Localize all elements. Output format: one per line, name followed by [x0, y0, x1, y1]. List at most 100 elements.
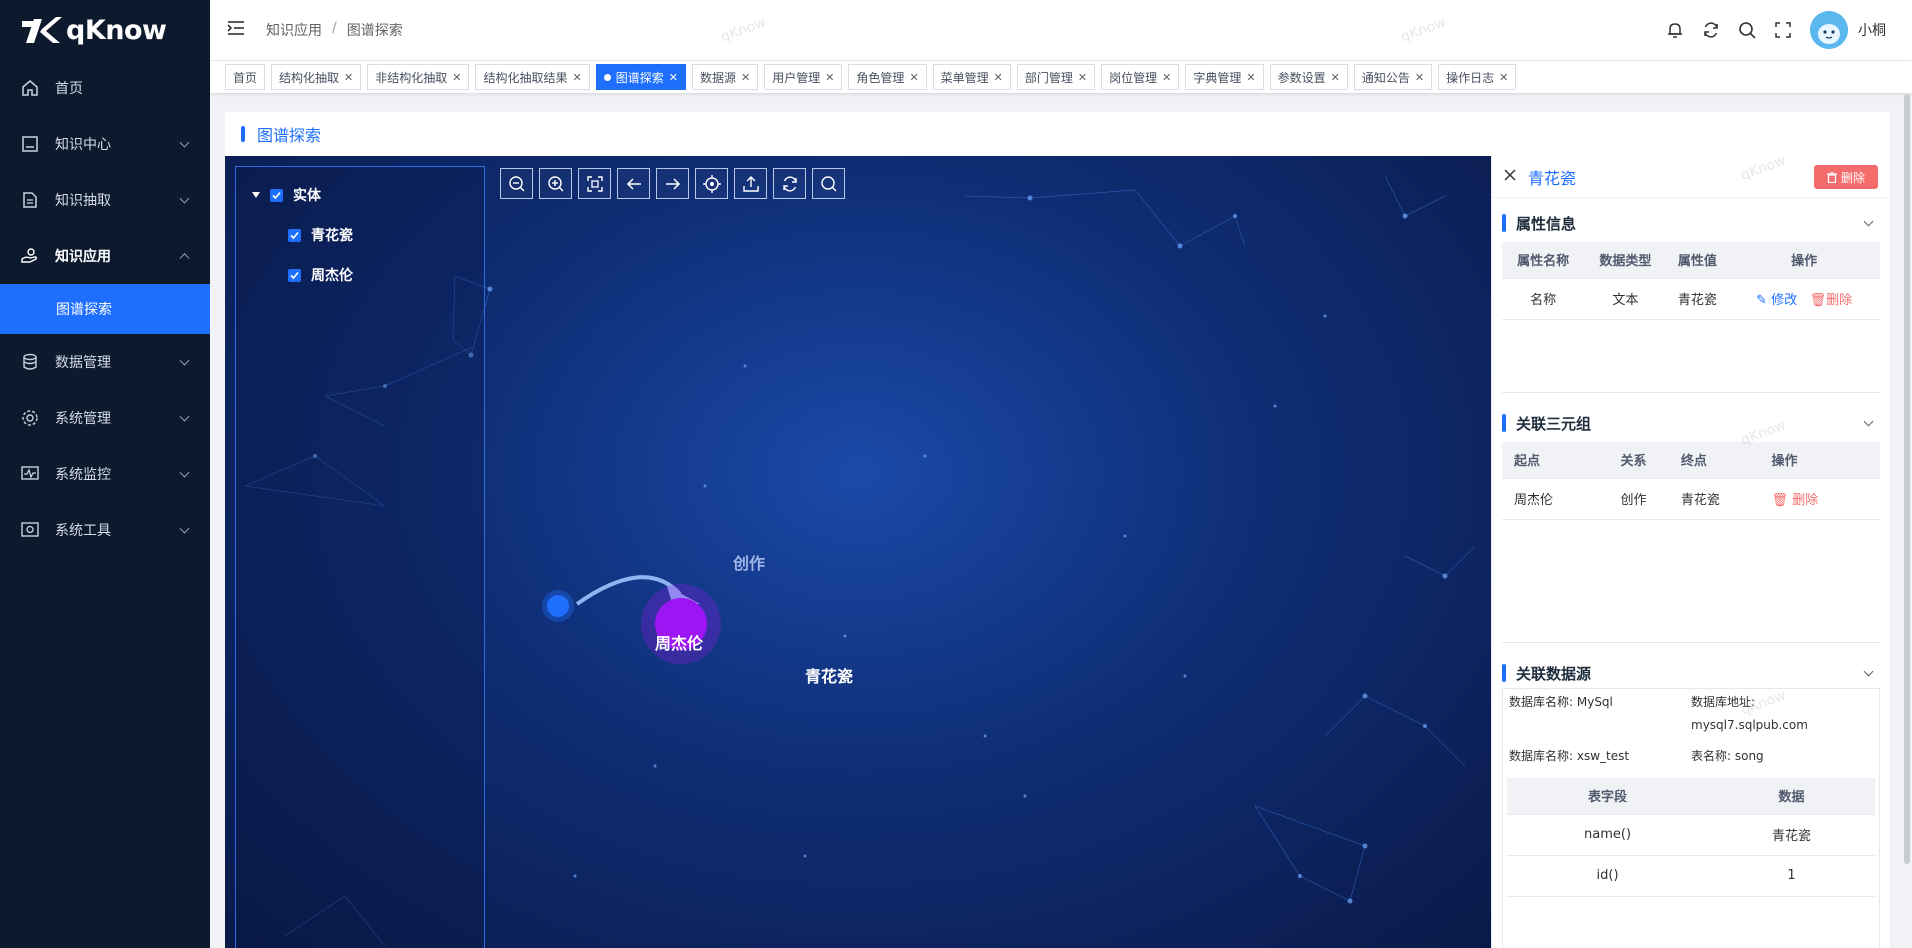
node-zhoujielun[interactable] — [547, 595, 569, 617]
tab-extract-result[interactable]: 结构化抽取结果 ✕ — [475, 64, 590, 90]
tree-node-child[interactable]: 青花瓷 — [288, 225, 353, 245]
graph-canvas[interactable]: 创作 周杰伦 青花瓷 实体 青花瓷 周杰伦 — [225, 156, 1491, 948]
table-row: 名称 文本 青花瓷 ✎ 修改 🗑删除 — [1502, 278, 1880, 320]
close-icon[interactable]: ✕ — [1078, 71, 1087, 84]
sidebar-item-knowledge-app[interactable]: 知识应用 — [0, 228, 210, 284]
checkbox[interactable] — [288, 228, 301, 242]
sidebar-item-system-monitor[interactable]: 系统监控 — [0, 446, 210, 502]
close-icon[interactable]: ✕ — [344, 71, 353, 84]
close-icon[interactable]: ✕ — [1246, 71, 1255, 84]
sidebar-item-system-tools[interactable]: 系统工具 — [0, 502, 210, 558]
chevron-down-icon — [179, 411, 190, 422]
delete-button[interactable]: 🗑删除 — [1810, 293, 1853, 308]
refresh-icon[interactable] — [1702, 21, 1720, 39]
tree-node-child[interactable]: 周杰伦 — [288, 265, 353, 285]
arrow-left-icon[interactable] — [617, 168, 650, 199]
home-icon — [20, 78, 40, 98]
edit-label: 修改 — [1771, 293, 1798, 308]
tab-home[interactable]: 首页 — [225, 64, 266, 90]
tab-role-manage[interactable]: 角色管理 ✕ — [848, 64, 927, 90]
database-icon — [20, 352, 40, 372]
tab-param-settings[interactable]: 参数设置 ✕ — [1269, 64, 1348, 90]
tab-graph-explore[interactable]: 图谱探索 ✕ — [595, 64, 686, 90]
datasource-section-header[interactable]: 关联数据源 — [1502, 658, 1880, 688]
sidebar-item-system-manage[interactable]: 系统管理 — [0, 390, 210, 446]
refresh-icon[interactable] — [773, 168, 806, 199]
chevron-down-icon[interactable] — [1863, 416, 1874, 427]
tab-oper-log[interactable]: 操作日志 ✕ — [1438, 64, 1517, 90]
tab-post-manage[interactable]: 岗位管理 ✕ — [1101, 64, 1180, 90]
close-icon[interactable] — [1504, 168, 1516, 185]
section-title: 关联数据源 — [1516, 664, 1592, 683]
tab-user-manage[interactable]: 用户管理 ✕ — [764, 64, 843, 90]
sidebar-item-data-manage[interactable]: 数据管理 — [0, 334, 210, 390]
cell-actions: 🗑 删除 — [1771, 478, 1880, 520]
collapse-menu-icon[interactable] — [226, 20, 248, 40]
tab-dict-manage[interactable]: 字典管理 ✕ — [1185, 64, 1264, 90]
sidebar-item-knowledge-extract[interactable]: 知识抽取 — [0, 172, 210, 228]
tab-datasource[interactable]: 数据源 ✕ — [691, 64, 759, 90]
sidebar-item-label: 数据管理 — [55, 355, 111, 371]
tool-icon — [20, 520, 40, 540]
caret-down-icon[interactable] — [252, 192, 260, 198]
fit-view-icon[interactable] — [578, 168, 611, 199]
fullscreen-icon[interactable] — [1774, 21, 1792, 39]
tab-dept-manage[interactable]: 部门管理 ✕ — [1016, 64, 1096, 90]
search-icon[interactable] — [812, 168, 845, 199]
delete-node-button[interactable]: 删除 — [1814, 165, 1878, 189]
sidebar-item-home[interactable]: 首页 — [0, 60, 210, 116]
trash-icon — [1826, 171, 1837, 183]
sidebar-item-knowledge-center[interactable]: 知识中心 — [0, 116, 210, 172]
close-icon[interactable]: ✕ — [669, 71, 678, 84]
search-icon[interactable] — [1738, 21, 1756, 39]
username[interactable]: 小桐 — [1858, 20, 1886, 40]
cell: 周杰伦 — [1502, 478, 1621, 520]
table-row: name() 青花瓷 — [1507, 814, 1875, 856]
checkbox[interactable] — [270, 188, 283, 202]
delete-button[interactable]: 🗑 删除 — [1772, 493, 1819, 508]
page-scrollbar[interactable] — [1904, 94, 1910, 864]
table-row: 周杰伦 创作 青花瓷 🗑 删除 — [1502, 478, 1880, 520]
sidebar-item-label: 知识中心 — [55, 137, 111, 153]
edit-button[interactable]: ✎ 修改 — [1756, 293, 1797, 308]
checkbox[interactable] — [288, 268, 301, 282]
chevron-down-icon[interactable] — [1863, 666, 1874, 677]
zoom-in-icon[interactable] — [539, 168, 572, 199]
cell: 青花瓷 — [1680, 478, 1772, 520]
chevron-down-icon[interactable] — [1863, 216, 1874, 227]
close-icon[interactable]: ✕ — [1331, 71, 1340, 84]
zoom-out-icon[interactable] — [500, 168, 533, 199]
section-accent-bar — [1502, 214, 1506, 232]
tab-structured-extract[interactable]: 结构化抽取 ✕ — [271, 64, 362, 90]
cell: 1 — [1708, 855, 1875, 897]
locate-icon[interactable] — [695, 168, 728, 199]
tree-node-root[interactable]: 实体 — [252, 185, 321, 205]
tab-menu-manage[interactable]: 菜单管理 ✕ — [932, 64, 1011, 90]
avatar[interactable] — [1810, 11, 1848, 49]
close-icon[interactable]: ✕ — [825, 71, 834, 84]
tab-unstructured-extract[interactable]: 非结构化抽取 ✕ — [367, 64, 470, 90]
close-icon[interactable]: ✕ — [909, 71, 918, 84]
cell: 创作 — [1620, 478, 1681, 520]
tab-label: 角色管理 — [856, 70, 905, 85]
column-header: 起点 — [1502, 442, 1621, 479]
sidebar-subitem-graph-explore[interactable]: 图谱探索 — [0, 284, 210, 334]
arrow-right-icon[interactable] — [656, 168, 689, 199]
close-icon[interactable]: ✕ — [452, 71, 461, 84]
column-header: 关系 — [1620, 442, 1681, 479]
close-icon[interactable]: ✕ — [994, 71, 1003, 84]
breadcrumb-item[interactable]: 知识应用 — [266, 20, 322, 40]
triple-section-header[interactable]: 关联三元组 — [1502, 408, 1880, 438]
close-icon[interactable]: ✕ — [1499, 71, 1508, 84]
attr-section-header[interactable]: 属性信息 — [1502, 208, 1880, 238]
tab-notice[interactable]: 通知公告 ✕ — [1353, 64, 1433, 90]
cell: id() — [1507, 855, 1709, 897]
ds-db-name: 数据库名称: xsw_test — [1509, 749, 1630, 763]
logo[interactable]: qKnow — [0, 0, 210, 60]
close-icon[interactable]: ✕ — [1415, 71, 1424, 84]
export-icon[interactable] — [734, 168, 767, 199]
bell-icon[interactable] — [1666, 21, 1684, 39]
close-icon[interactable]: ✕ — [573, 71, 582, 84]
close-icon[interactable]: ✕ — [741, 71, 750, 84]
close-icon[interactable]: ✕ — [1162, 71, 1171, 84]
